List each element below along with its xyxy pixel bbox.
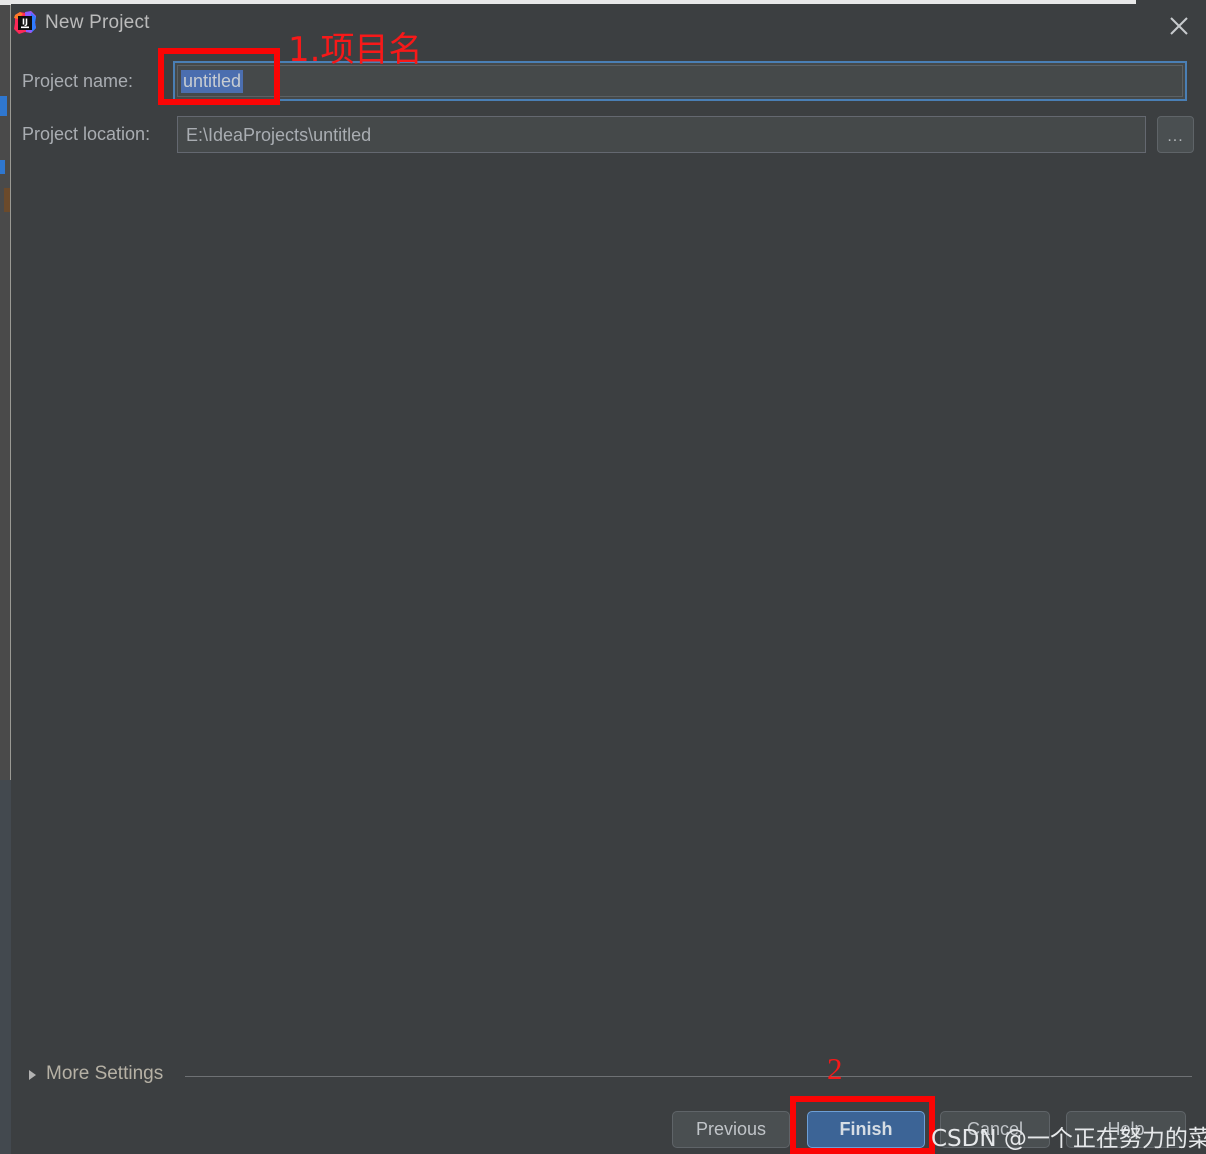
project-location-value: E:\IdeaProjects\untitled [186, 125, 372, 145]
csdn-watermark: CSDN @一个正在努力的菜鸡 [931, 1126, 1206, 1152]
intellij-idea-icon: IJ [13, 11, 37, 35]
project-location-label: Project location: [22, 124, 151, 144]
more-settings-separator [185, 1076, 1192, 1077]
chevron-right-icon[interactable] [29, 1070, 36, 1080]
more-settings-section: More Settings [11, 1059, 1206, 1093]
ellipsis-icon: ... [1167, 128, 1184, 145]
dialog-titlebar: IJ New Project [11, 4, 1206, 49]
browse-folder-button[interactable]: ... [1157, 116, 1194, 153]
svg-text:IJ: IJ [22, 18, 28, 27]
background-top-strip-right [1136, 0, 1206, 3]
project-name-label: Project name: [22, 71, 134, 91]
close-icon[interactable] [1162, 10, 1196, 42]
project-location-input[interactable]: E:\IdeaProjects\untitled [177, 116, 1146, 153]
previous-button[interactable]: Previous [672, 1111, 790, 1148]
new-project-dialog: IJ New Project Project name: untitled Pr… [11, 4, 1206, 1154]
annotation-step-1-label: 1.项目名 [288, 30, 423, 70]
annotation-step-2-label: 2 [827, 1051, 843, 1086]
annotation-highlight-finish [790, 1096, 935, 1154]
dialog-title: New Project [45, 12, 150, 33]
background-accent-blue [0, 96, 7, 116]
annotation-highlight-project-name [158, 48, 280, 105]
background-accent-blue-secondary [0, 160, 5, 174]
more-settings-label[interactable]: More Settings [46, 1063, 163, 1085]
